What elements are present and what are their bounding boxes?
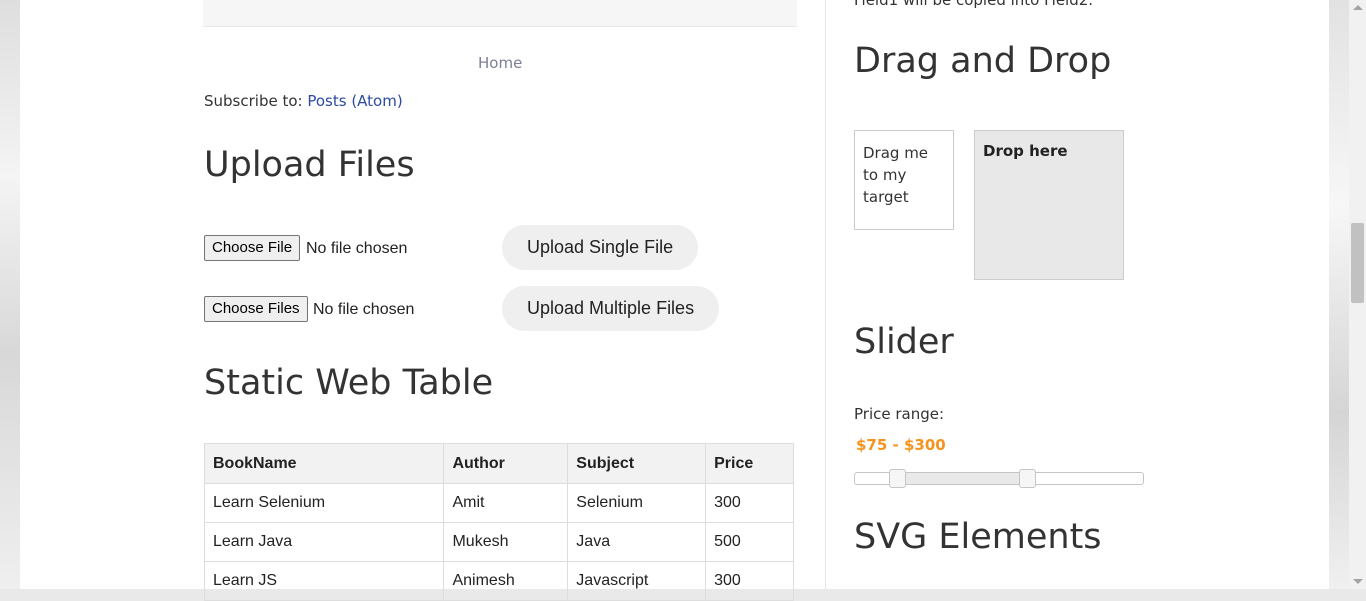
table-header-row: BookName Author Subject Price [203, 443, 794, 484]
table-cell: 500 [705, 522, 794, 562]
multiple-files-status: No file chosen [313, 301, 415, 318]
single-file-status: No file chosen [306, 240, 408, 257]
table-row: Learn Java Mukesh Java 500 [203, 522, 794, 562]
scroll-up-arrow-icon[interactable] [1353, 5, 1363, 10]
upload-multiple-files-button[interactable]: Upload Multiple Files [502, 286, 720, 331]
posts-atom-link[interactable]: Posts (Atom) [307, 92, 402, 110]
price-slider-max-handle[interactable] [1018, 469, 1036, 488]
table-row: Learn JS Animesh Javascript 300 [203, 561, 794, 601]
upload-files-heading: Upload Files [204, 145, 415, 185]
choose-multiple-files-button[interactable]: Choose Files [204, 296, 308, 322]
table-cell: Learn JS [203, 561, 445, 601]
field-copy-note: Field1 will be copied into Field2. [854, 0, 1094, 9]
post-footer-box [203, 0, 797, 27]
svg-elements-heading: SVG Elements [854, 517, 1102, 557]
subscribe-label: Subscribe to: [204, 92, 308, 110]
table-cell: 300 [705, 561, 794, 601]
table-cell: Learn Java [203, 522, 445, 562]
price-range-label: Price range: [854, 405, 945, 423]
table-cell: 300 [705, 483, 794, 523]
column-header-price: Price [705, 443, 794, 484]
table-cell: Selenium [567, 483, 707, 523]
droppable-target[interactable]: Drop here [974, 130, 1124, 280]
table-cell: Learn Selenium [203, 483, 445, 523]
scrollbar-thumb[interactable] [1351, 223, 1364, 303]
slider-heading: Slider [854, 322, 954, 362]
background-left [0, 0, 20, 589]
drag-and-drop-heading: Drag and Drop [854, 41, 1112, 81]
price-slider-track[interactable] [854, 469, 1144, 488]
table-cell: Javascript [567, 561, 707, 601]
background-right [1329, 0, 1349, 589]
upload-single-file-button[interactable]: Upload Single File [502, 225, 699, 270]
column-header-bookname: BookName [203, 443, 445, 484]
column-header-author: Author [443, 443, 569, 484]
table-row: Learn Selenium Amit Selenium 300 [203, 483, 794, 523]
table-cell: Java [567, 522, 707, 562]
static-web-table: BookName Author Subject Price Learn Sele… [203, 443, 794, 601]
table-cell: Animesh [443, 561, 569, 601]
static-web-table-heading: Static Web Table [204, 363, 494, 403]
subscribe-line: Subscribe to: Posts (Atom) [204, 92, 403, 110]
choose-single-file-button[interactable]: Choose File [204, 235, 301, 261]
price-slider-min-handle[interactable] [889, 469, 907, 488]
price-range-value: $75 - $300 [856, 436, 946, 454]
draggable-box[interactable]: Drag me to my target [854, 130, 954, 230]
page: Home Subscribe to: Posts (Atom) Upload F… [20, 0, 1329, 601]
table-cell: Amit [443, 483, 569, 523]
column-divider [825, 0, 826, 589]
scroll-down-arrow-icon[interactable] [1353, 579, 1363, 584]
column-header-subject: Subject [567, 443, 707, 484]
home-link[interactable]: Home [478, 54, 522, 72]
table-cell: Mukesh [443, 522, 569, 562]
price-slider-range [898, 473, 1028, 484]
